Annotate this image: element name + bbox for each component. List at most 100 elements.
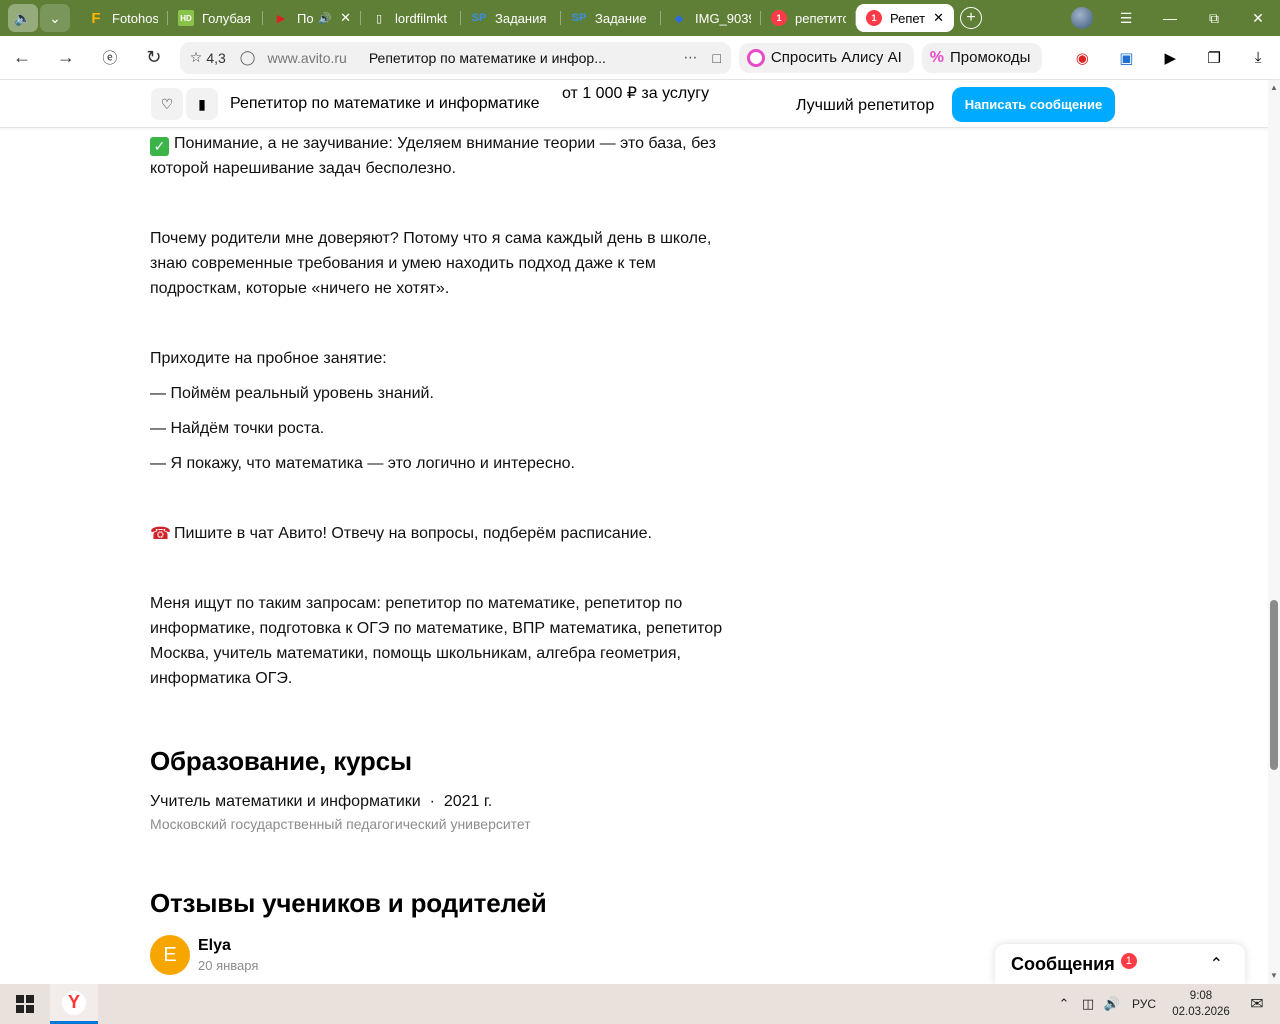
tab-favicon-icon: 1 <box>771 10 787 26</box>
clock-time: 9:08 <box>1189 990 1213 1002</box>
browser-toolbar: ← → ⓔ ↻ ☆ 4,3 ◯ www.avito.ru Репетитор п… <box>0 36 1280 80</box>
scroll-down-icon[interactable]: ▼ <box>1268 968 1280 982</box>
description-paragraph: — Поймём реальный уровень знаний. <box>150 385 434 402</box>
tab-title: Голубая <box>202 10 251 26</box>
listing-price: от 1 000 ₽ за услугу <box>562 85 710 102</box>
yandex-browser-icon: Y <box>62 990 86 1015</box>
percent-icon: % <box>929 48 944 66</box>
profile-button[interactable] <box>1060 0 1104 36</box>
browser-tab-strip: 🔈 ⌄ F Fotohosting HD Голубая ▶ Поп 🔊 ✕ ▯… <box>0 0 1280 36</box>
tab-favicon-icon: ◆ <box>674 12 684 25</box>
check-mark-icon: ✓ <box>150 137 169 156</box>
address-bar[interactable]: ☆ 4,3 ◯ www.avito.ru Репетитор по матема… <box>179 41 731 74</box>
tab-close-icon[interactable]: ✕ <box>340 10 351 26</box>
tab-pop-playing[interactable]: ▶ Поп 🔊 ✕ <box>263 4 361 32</box>
close-window-icon[interactable]: ✕ <box>1236 0 1280 36</box>
description-text: Пишите в чат Авито! Отвечу на вопросы, п… <box>174 525 652 542</box>
tab-title: lordfilmkt <box>395 10 448 26</box>
windows-taskbar: Y ⌃ ◫ 🔊 РУС 9:08 02.03.2026 ✉ <box>0 984 1280 1024</box>
tab-close-icon[interactable]: ✕ <box>933 10 944 26</box>
note-icon[interactable]: ▮ <box>186 88 218 120</box>
promocodes-label: Промокоды <box>950 49 1031 66</box>
reviews-heading: Отзывы учеников и родителей <box>150 888 547 918</box>
tab-fotohosting[interactable]: F Fotohosting <box>78 4 168 32</box>
clock-date: 02.03.2026 <box>1172 1006 1230 1018</box>
profile-avatar-icon <box>1071 7 1093 29</box>
promocodes-button[interactable]: % Промокоды <box>921 42 1043 73</box>
scroll-up-icon[interactable]: ▲ <box>1268 80 1280 94</box>
messages-widget[interactable]: Сообщения 1 ⌃ <box>995 944 1245 984</box>
tab-title: Репетитор <box>890 10 926 26</box>
scrollbar-thumb[interactable] <box>1270 600 1278 770</box>
tab-lordfilm[interactable]: ▯ lordfilmkt <box>361 4 461 32</box>
education-degree: Учитель математики и информатики · 2021 … <box>150 793 493 810</box>
tab-zadanie[interactable]: SP Задание <box>561 4 661 32</box>
extension-translate-icon[interactable]: ▣ <box>1104 36 1148 80</box>
tab-favicon-icon: SP <box>471 12 487 24</box>
volume-icon[interactable]: 🔊 <box>1100 996 1124 1012</box>
reload-icon[interactable]: ↻ <box>132 36 176 80</box>
review-date: 20 января <box>198 958 259 973</box>
tab-favicon-icon: 1 <box>866 10 882 26</box>
tab-zadaniya[interactable]: SP Задания <box>461 4 561 32</box>
site-rating[interactable]: ☆ 4,3 <box>190 49 226 66</box>
best-tutor-label: Лучший репетитор <box>796 97 935 114</box>
review-author-name[interactable]: Elya <box>198 937 231 955</box>
tab-audio-icon[interactable]: 🔊 <box>318 12 332 25</box>
yandex-home-icon[interactable]: ⓔ <box>88 36 132 80</box>
review-avatar[interactable]: E <box>150 935 190 975</box>
minimize-icon[interactable]: — <box>1148 0 1192 36</box>
tab-repetitor[interactable]: 1 репетитор <box>761 4 856 32</box>
extension-collections-icon[interactable]: ❐ <box>1192 36 1236 80</box>
tab-favicon-icon: HD <box>178 10 194 26</box>
page-scrollbar[interactable]: ▲ ▼ <box>1268 80 1280 984</box>
extension-video-icon[interactable]: ▶ <box>1148 36 1192 80</box>
bookmark-icon[interactable]: □ <box>712 50 720 66</box>
messages-count-badge: 1 <box>1120 953 1137 969</box>
notification-center-icon[interactable]: ✉ <box>1234 994 1280 1014</box>
favorite-heart-icon[interactable]: ♡ <box>151 88 183 120</box>
listing-sticky-header: ♡ ▮ Репетитор по математике и информатик… <box>0 80 1268 128</box>
input-language[interactable]: РУС <box>1132 997 1156 1011</box>
url-page-title: Репетитор по математике и инфор... <box>368 49 606 66</box>
more-dots-icon[interactable]: ⋯ <box>683 49 698 66</box>
forward-arrow-icon[interactable]: → <box>44 36 88 80</box>
sound-panel-icon[interactable]: 🔈 <box>8 4 38 32</box>
description-paragraph: — Найдём точки роста. <box>150 420 325 437</box>
tab-favicon-icon: ▯ <box>375 12 383 25</box>
network-icon[interactable]: ◫ <box>1076 996 1100 1012</box>
write-message-button[interactable]: Написать сообщение <box>952 87 1115 122</box>
tab-repetitor-active[interactable]: 1 Репетитор ✕ <box>856 4 954 32</box>
tab-favicon-icon: F <box>91 9 101 27</box>
description-paragraph: ☎ Пишите в чат Авито! Отвечу на вопросы, … <box>150 521 750 546</box>
star-icon: ☆ <box>189 49 203 65</box>
description-paragraph: Меня ищут по таким запросам: репетитор п… <box>150 595 723 687</box>
extension-shield-icon[interactable]: ◉ <box>1060 36 1104 80</box>
education-heading: Образование, курсы <box>150 746 412 776</box>
tab-favicon-icon: ▶ <box>276 12 286 25</box>
description-paragraph: Почему родители мне доверяют? Потому что… <box>150 230 712 297</box>
taskbar-clock[interactable]: 9:08 02.03.2026 <box>1168 988 1234 1020</box>
tab-title: Задание <box>595 10 647 26</box>
back-arrow-icon[interactable]: ← <box>0 36 44 80</box>
download-icon[interactable]: ⤓ <box>1236 36 1280 80</box>
menu-icon[interactable]: ☰ <box>1104 0 1148 36</box>
shield-icon[interactable]: ◯ <box>240 49 256 66</box>
chevron-up-icon[interactable]: ⌃ <box>1210 954 1223 974</box>
description-paragraph: Приходите на пробное занятие: <box>150 350 387 367</box>
tab-img[interactable]: ◆ IMG_9039 <box>661 4 761 32</box>
ask-alisa-button[interactable]: Спросить Алису AI <box>738 42 914 73</box>
tray-expand-chevron-icon[interactable]: ⌃ <box>1052 996 1076 1012</box>
start-button[interactable] <box>0 984 50 1024</box>
tab-golubaya[interactable]: HD Голубая <box>168 4 263 32</box>
restore-icon[interactable]: ⧉ <box>1192 0 1236 36</box>
education-university: Московский государственный педагогически… <box>150 816 531 832</box>
tabs-menu-chevron-icon[interactable]: ⌄ <box>40 4 70 32</box>
windows-logo-icon <box>16 995 34 1013</box>
description-text: Понимание, а не заучивание: Уделяем вним… <box>150 135 716 177</box>
new-tab-icon[interactable]: + <box>960 7 982 29</box>
site-rating-value: 4,3 <box>206 49 226 66</box>
messages-label: Сообщения <box>1011 953 1115 974</box>
taskbar-yandex-browser[interactable]: Y <box>50 984 98 1024</box>
telephone-icon: ☎ <box>150 524 172 543</box>
